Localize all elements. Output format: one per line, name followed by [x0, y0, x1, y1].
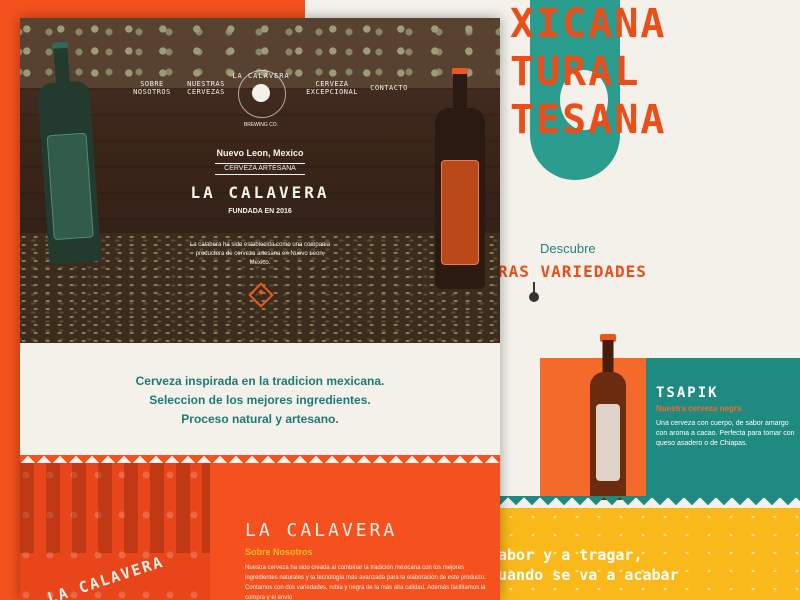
intro-line: Seleccion de los mejores ingredientes. — [149, 393, 371, 407]
yellow-band-text: abor y a tragar, uando se va a acabar — [498, 545, 798, 585]
about-section: LA CALAVERA LA CALAVERA Sobre Nosotros N… — [20, 455, 500, 600]
product-description: Una cerveza con cuerpo, de sabor amargo … — [656, 420, 795, 447]
nav-item-sobre-nosotros[interactable]: SOBRE NOSOTROS — [128, 80, 176, 96]
varieties-link[interactable]: RAS VARIEDADES — [498, 262, 647, 281]
hero-title: LA CALAVERA — [190, 183, 330, 202]
about-title: LA CALAVERA — [245, 520, 398, 541]
hero-description: La calabera ha sido establecida como una… — [189, 242, 331, 266]
website-mockup: SOBRE NOSOTROS NUESTRAS CERVEZAS CERVEZA… — [20, 18, 500, 600]
intro-text: Cerveza inspirada en la tradicion mexica… — [20, 372, 500, 429]
nav-item-cerveza-excepcional[interactable]: CERVEZA EXCEPCIONAL — [302, 80, 362, 96]
hero-location: Nuevo Leon, Mexico — [216, 148, 304, 158]
nav-line: CERVEZA — [315, 80, 349, 88]
nav-line: NUESTRAS — [187, 80, 225, 88]
beer-bottle-image — [590, 334, 626, 500]
product-subtitle: Nuestra cerveza negra — [656, 404, 742, 413]
logo-text: LA CALAVERA — [232, 72, 290, 80]
spider-icon — [529, 282, 539, 302]
nav-item-contacto[interactable]: CONTACTO — [364, 84, 414, 92]
nav-line: SOBRE — [140, 80, 164, 88]
intro-line: Proceso natural y artesano. — [181, 412, 339, 426]
hero-section: SOBRE NOSOTROS NUESTRAS CERVEZAS CERVEZA… — [20, 18, 500, 343]
yellow-text-line: uando se va a acabar — [498, 566, 679, 584]
about-subtitle: Sobre Nosotros — [245, 547, 313, 557]
yellow-text-line: abor y a tragar, — [498, 546, 643, 564]
nav-line: NOSOTROS — [133, 88, 171, 96]
hero-founded: FUNDADA EN 2016 — [228, 208, 292, 215]
nav-item-nuestras-cervezas[interactable]: NUESTRAS CERVEZAS — [180, 80, 232, 96]
product-name: TSAPIK — [656, 385, 719, 401]
background-title-line: TURAL — [510, 49, 641, 95]
hero-badge: CERVEZA ARTESANA — [215, 163, 305, 175]
background-title-line: TESANA — [510, 97, 667, 143]
about-text: Nuestra cerveza ha sido creada al combin… — [245, 565, 486, 600]
nav-line: EXCEPCIONAL — [306, 88, 358, 96]
background-title-line: XICANA — [510, 1, 667, 47]
background-title: XICANA TURAL TESANA — [510, 0, 800, 144]
logo-subtext: BREWING CO. — [243, 122, 279, 128]
skull-icon — [252, 84, 270, 102]
nav-line: CONTACTO — [370, 84, 408, 92]
discover-label: Descubre — [540, 241, 596, 256]
intro-line: Cerveza inspirada en la tradicion mexica… — [135, 374, 385, 388]
nav-line: CERVEZAS — [187, 88, 225, 96]
zigzag-divider — [500, 496, 800, 508]
bottles-photo-texture — [20, 463, 210, 553]
